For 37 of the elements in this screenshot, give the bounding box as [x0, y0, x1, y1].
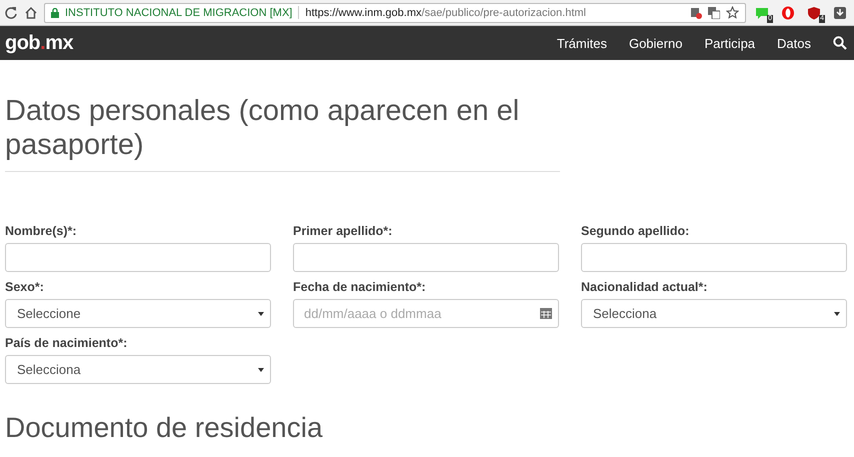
input-field[interactable]: [5, 243, 271, 272]
nav-link[interactable]: Participa: [704, 36, 756, 50]
address-bar[interactable]: INSTITUTO NACIONAL DE MIGRACION [MX] https://www.inm.gob.mx/sae/publico/pre-autorizacion.html: [44, 2, 746, 22]
caret-icon: [258, 312, 264, 316]
input-field[interactable]: [293, 243, 559, 272]
nav-link[interactable]: Trámites: [556, 36, 607, 50]
caret-icon: [834, 312, 840, 316]
nav-link[interactable]: Gobierno: [628, 36, 682, 50]
dropdown[interactable]: Selecciona: [5, 355, 271, 384]
site-logo[interactable]: gob.mx: [5, 32, 74, 54]
site-name: INSTITUTO NACIONAL DE MIGRACION [MX]: [65, 6, 292, 18]
star-icon[interactable]: [726, 6, 739, 19]
field-label: Sexo*:: [5, 280, 45, 294]
dropdown[interactable]: Seleccione: [5, 299, 271, 328]
caret-icon: [258, 368, 264, 372]
reload-icon[interactable]: [4, 6, 18, 20]
field-label: País de nacimiento*:: [5, 336, 128, 350]
download-extension-icon[interactable]: [833, 6, 847, 20]
url-text: https://www.inm.gob.mx/sae/publico/pre-autorizacion.html: [305, 6, 586, 18]
section-heading: Documento de residencia: [5, 412, 324, 444]
input-field[interactable]: [581, 243, 847, 272]
field-label: Nombre(s)*:: [5, 224, 78, 238]
search-icon[interactable]: [833, 36, 847, 50]
field-label: Primer apellido*:: [293, 224, 394, 238]
home-icon[interactable]: [24, 6, 38, 20]
opera-extension-icon[interactable]: [781, 6, 795, 20]
field-label: Nacionalidad actual*:: [581, 280, 708, 294]
calendar-icon[interactable]: [540, 307, 552, 319]
field-label: Fecha de nacimiento*:: [293, 280, 427, 294]
chat-extension-icon[interactable]: [755, 6, 769, 20]
field-label: Segundo apellido:: [581, 224, 690, 238]
shield-extension-icon[interactable]: [807, 6, 821, 20]
dropdown[interactable]: Selecciona: [581, 299, 847, 328]
section-heading: Datos personales (como aparecen en el pasaporte): [5, 94, 520, 162]
lock-icon: [51, 8, 59, 18]
date-field[interactable]: dd/mm/aaaa o ddmmaa: [293, 299, 559, 328]
nav-link[interactable]: Datos: [777, 36, 811, 50]
